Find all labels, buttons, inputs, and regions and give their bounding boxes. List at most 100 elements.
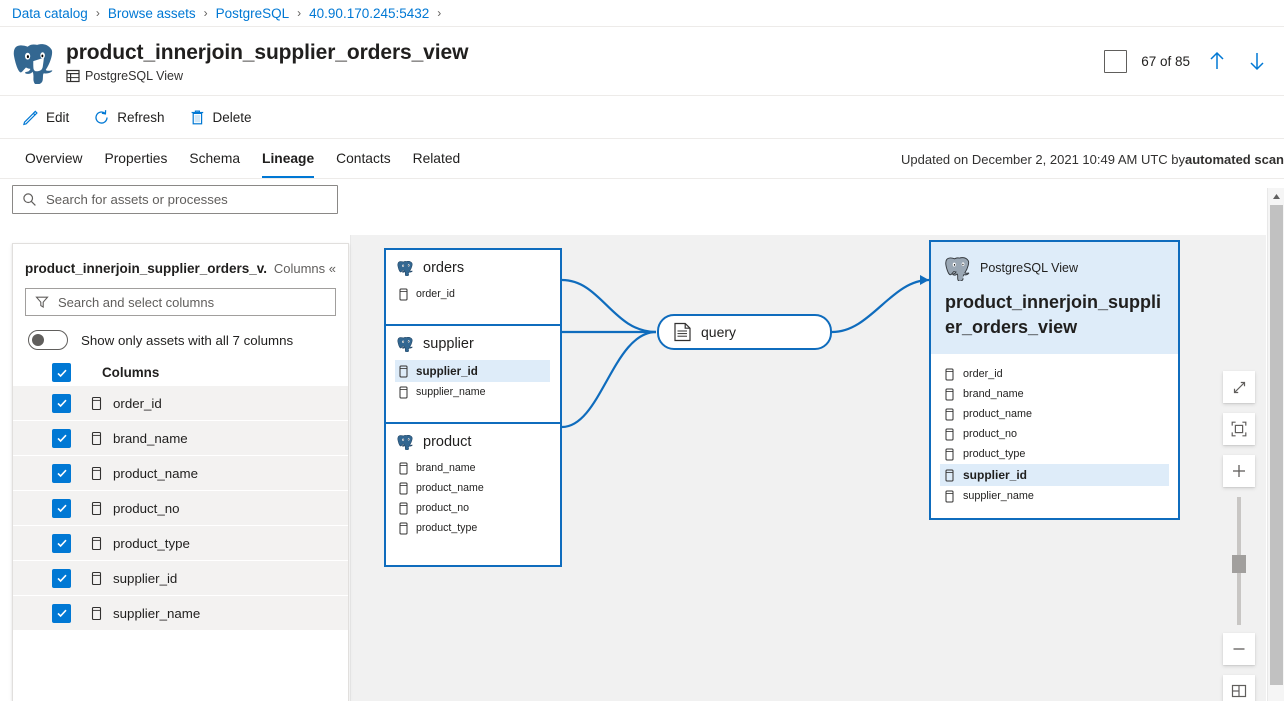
column-icon	[945, 490, 954, 503]
tab-lineage-label: Lineage	[262, 151, 314, 166]
column-label: supplier_id	[963, 468, 1027, 482]
tab-properties-label: Properties	[105, 151, 168, 166]
node-column[interactable]: brand_name	[399, 458, 550, 478]
scroll-up-arrow-icon[interactable]	[1268, 188, 1284, 205]
page-scrollbar[interactable]	[1267, 188, 1284, 701]
plus-icon	[1230, 462, 1248, 480]
toggle-knob	[32, 334, 44, 346]
column-label: product_no	[963, 428, 1017, 440]
list-item[interactable]: supplier_id	[13, 561, 348, 595]
node-column-highlighted[interactable]: supplier_id	[395, 360, 550, 382]
node-column-highlighted[interactable]: supplier_id	[940, 464, 1169, 486]
column-label: order_id	[113, 396, 162, 411]
target-node-header: PostgreSQL View product_innerjoin_suppli…	[931, 242, 1178, 354]
column-icon	[91, 501, 102, 516]
columns-select-all-row[interactable]: Columns	[13, 359, 348, 386]
breadcrumb-item-data-catalog[interactable]: Data catalog	[12, 6, 88, 21]
node-column[interactable]: supplier_name	[399, 382, 550, 402]
zoom-slider[interactable]	[1223, 497, 1255, 625]
list-item[interactable]: product_type	[13, 526, 348, 560]
asset-header-actions: 67 of 85	[1104, 48, 1270, 74]
list-item[interactable]: supplier_name	[13, 596, 348, 630]
breadcrumb-separator-icon: ›	[437, 6, 441, 20]
column-search-box[interactable]	[25, 288, 336, 316]
tab-lineage[interactable]: Lineage	[251, 139, 325, 178]
tab-overview[interactable]: Overview	[14, 139, 94, 178]
delete-button[interactable]: Delete	[179, 103, 262, 132]
breadcrumb-item-server[interactable]: 40.90.170.245:5432	[309, 6, 429, 21]
column-checkbox[interactable]	[52, 464, 71, 483]
toggle-panel-button[interactable]	[1223, 675, 1255, 701]
column-checkbox[interactable]	[52, 429, 71, 448]
list-item[interactable]: order_id	[13, 386, 348, 420]
column-icon	[91, 606, 102, 621]
arrow-up-icon[interactable]	[1204, 48, 1230, 74]
zoom-slider-thumb[interactable]	[1232, 555, 1246, 573]
refresh-icon	[93, 109, 110, 126]
column-label: brand_name	[963, 388, 1024, 400]
last-updated-author: automated scan	[1185, 152, 1284, 167]
asset-header-text: product_innerjoin_supplier_orders_view P…	[66, 40, 1104, 83]
column-label: product_type	[113, 536, 190, 551]
zoom-in-button[interactable]	[1223, 455, 1255, 487]
lineage-node-product[interactable]: product brand_name product_name	[384, 422, 562, 567]
lineage-node-supplier[interactable]: supplier supplier_id	[384, 324, 562, 424]
fit-to-screen-button[interactable]	[1223, 371, 1255, 403]
edit-button[interactable]: Edit	[12, 103, 79, 132]
lineage-search-row	[0, 179, 1284, 219]
select-all-checkbox[interactable]	[52, 363, 71, 382]
column-checkbox[interactable]	[52, 604, 71, 623]
column-checkbox[interactable]	[52, 394, 71, 413]
node-column[interactable]: order_id	[399, 284, 550, 304]
minus-icon	[1230, 640, 1248, 658]
node-column[interactable]: order_id	[945, 364, 1164, 384]
columns-collapse-button[interactable]: Columns «	[274, 261, 336, 276]
column-label: product_name	[416, 482, 484, 494]
node-column[interactable]: product_name	[399, 478, 550, 498]
postgresql-elephant-icon	[945, 254, 971, 281]
tab-schema[interactable]: Schema	[178, 139, 251, 178]
target-node-type-label: PostgreSQL View	[980, 261, 1078, 275]
asset-counter: 67 of 85	[1141, 54, 1190, 69]
tab-contacts[interactable]: Contacts	[325, 139, 401, 178]
column-icon	[399, 365, 408, 378]
lineage-node-orders[interactable]: orders order_id	[384, 248, 562, 326]
breadcrumb-item-browse-assets[interactable]: Browse assets	[108, 6, 196, 21]
show-all-columns-toggle[interactable]	[28, 330, 68, 350]
column-icon	[91, 571, 102, 586]
node-column[interactable]: brand_name	[945, 384, 1164, 404]
list-item[interactable]: product_name	[13, 456, 348, 490]
zoom-out-button[interactable]	[1223, 633, 1255, 665]
breadcrumb-separator-icon: ›	[204, 6, 208, 20]
list-item[interactable]: product_no	[13, 491, 348, 525]
search-assets-box[interactable]	[12, 185, 338, 214]
node-column[interactable]: supplier_name	[945, 486, 1164, 506]
column-checkbox[interactable]	[52, 499, 71, 518]
center-selection-button[interactable]	[1223, 413, 1255, 445]
search-input[interactable]	[46, 192, 328, 207]
edge-arrow-icon	[920, 275, 929, 285]
column-search-input[interactable]	[58, 295, 326, 310]
show-all-columns-label: Show only assets with all 7 columns	[81, 333, 293, 348]
node-column[interactable]: product_type	[945, 444, 1164, 464]
scrollbar-thumb[interactable]	[1270, 205, 1283, 685]
select-asset-checkbox[interactable]	[1104, 50, 1127, 73]
breadcrumb-separator-icon: ›	[96, 6, 100, 20]
lineage-canvas[interactable]: orders order_id	[350, 235, 1266, 701]
refresh-button[interactable]: Refresh	[83, 103, 174, 132]
tab-properties[interactable]: Properties	[94, 139, 179, 178]
column-checkbox[interactable]	[52, 569, 71, 588]
postgresql-elephant-icon	[12, 38, 56, 84]
node-column[interactable]: product_no	[399, 498, 550, 518]
column-label: product_type	[963, 448, 1025, 460]
node-column[interactable]: product_name	[945, 404, 1164, 424]
lineage-node-query[interactable]: query	[657, 314, 832, 350]
list-item[interactable]: brand_name	[13, 421, 348, 455]
column-checkbox[interactable]	[52, 534, 71, 553]
breadcrumb-item-postgresql[interactable]: PostgreSQL	[216, 6, 290, 21]
lineage-node-target-view[interactable]: PostgreSQL View product_innerjoin_suppli…	[929, 240, 1180, 520]
arrow-down-icon[interactable]	[1244, 48, 1270, 74]
tab-related[interactable]: Related	[402, 139, 472, 178]
node-column[interactable]: product_type	[399, 518, 550, 538]
node-column[interactable]: product_no	[945, 424, 1164, 444]
